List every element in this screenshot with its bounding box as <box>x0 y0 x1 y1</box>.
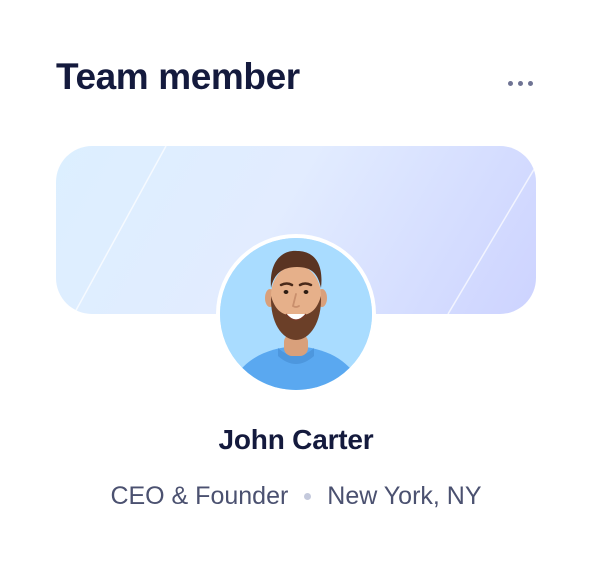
more-options-button[interactable] <box>498 68 542 98</box>
more-options-icon <box>507 80 513 86</box>
avatar-photo <box>220 238 372 390</box>
member-location: New York, NY <box>327 482 482 510</box>
avatar[interactable] <box>216 234 376 394</box>
card-title: Team member <box>56 56 300 97</box>
team-member-card: Team member John Carter CEO & Founder Ne… <box>0 0 592 574</box>
member-role: CEO & Founder <box>110 482 289 510</box>
member-meta: CEO & Founder New York, NY <box>0 482 592 511</box>
separator-dot <box>304 493 312 500</box>
member-name: John Carter <box>218 424 374 455</box>
